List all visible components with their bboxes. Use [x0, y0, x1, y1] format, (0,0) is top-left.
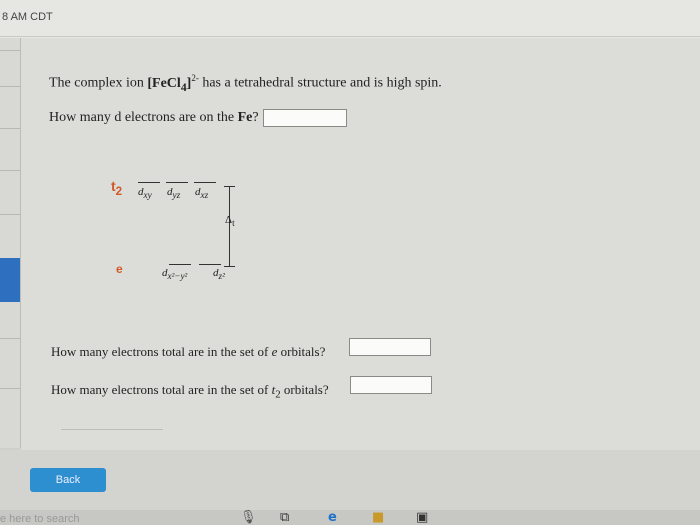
file-explorer-icon[interactable]: ■	[372, 510, 384, 525]
nav-item[interactable]	[0, 86, 20, 87]
intro-text: The complex ion	[49, 75, 148, 91]
left-nav	[0, 38, 21, 448]
nav-item[interactable]	[0, 214, 20, 215]
e-electrons-input[interactable]	[349, 338, 431, 356]
clock: 8 AM CDT	[2, 11, 53, 23]
task-view-icon[interactable]: ⧉	[280, 510, 289, 525]
edge-browser-icon[interactable]: e	[328, 510, 337, 525]
ion-formula: [FeCl	[147, 75, 181, 91]
splitting-diagram: t2 dxy dyz dxz Δt e dx²−y² dz²	[101, 178, 281, 288]
orbital-line	[169, 264, 191, 265]
back-button[interactable]: Back	[30, 468, 106, 492]
orbital-dxz: dxz	[195, 186, 209, 201]
question-panel: The complex ion [FeCl4]2- has a tetrahed…	[21, 38, 700, 450]
t2-electrons-input[interactable]	[350, 376, 432, 394]
footer: Back	[0, 450, 700, 510]
question-e-orbitals: How many electrons total are in the set …	[51, 344, 326, 359]
orbital-line	[166, 182, 188, 183]
orbital-line	[199, 264, 221, 265]
taskbar: e here to search 🎙 ⧉ e ■ ▣	[0, 510, 700, 525]
nav-item[interactable]	[0, 128, 20, 129]
question-d-electrons: How many d electrons are on the Fe?	[49, 110, 259, 126]
orbital-line	[194, 182, 216, 183]
d-electrons-input[interactable]	[263, 109, 347, 127]
delta-cap-bottom	[224, 266, 235, 267]
e-label: e	[116, 262, 123, 276]
intro-text-end: has a tetrahedral structure and is high …	[198, 75, 442, 91]
microphone-icon[interactable]: 🎙	[240, 510, 257, 525]
orbital-line	[138, 182, 160, 183]
ion-charge: 2-	[191, 73, 199, 83]
orbital-dz2: dz²	[213, 267, 225, 282]
nav-item[interactable]	[0, 170, 20, 171]
nav-item[interactable]	[0, 338, 20, 339]
orbital-dyz: dyz	[167, 186, 181, 201]
delta-label: Δt	[225, 214, 235, 229]
nav-item[interactable]	[0, 388, 20, 389]
question-t2-orbitals: How many electrons total are in the set …	[51, 382, 329, 401]
divider	[61, 429, 163, 430]
question-text: How many d electrons are on the	[49, 110, 238, 125]
t2-label: t2	[111, 178, 123, 198]
store-icon[interactable]: ▣	[416, 510, 428, 525]
search-hint[interactable]: e here to search	[0, 513, 80, 525]
nav-item[interactable]	[0, 50, 20, 51]
nav-item-active[interactable]	[0, 258, 20, 302]
orbital-dxy: dxy	[138, 186, 152, 201]
question-intro: The complex ion [FeCl4]2- has a tetrahed…	[49, 73, 442, 93]
divider	[0, 36, 700, 37]
orbital-dx2y2: dx²−y²	[162, 267, 188, 282]
question-mark: ?	[252, 110, 259, 125]
element-symbol: Fe	[237, 110, 253, 125]
top-bar: 8 AM CDT	[0, 0, 700, 38]
